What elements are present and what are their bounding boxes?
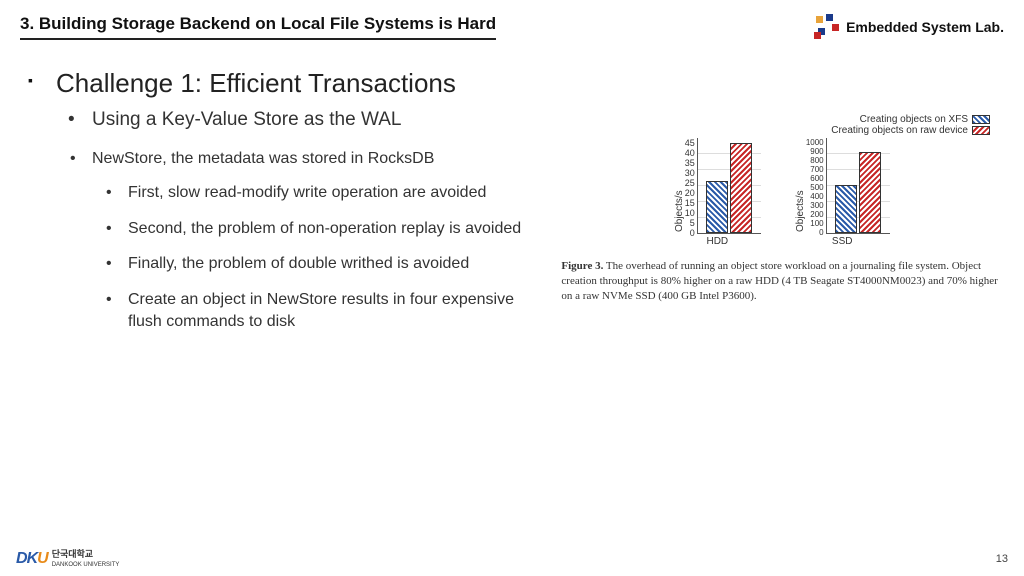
legend-swatch-xfs-icon <box>972 115 990 124</box>
university-name-en: DANKOOK UNIVERSITY <box>52 562 120 568</box>
section-title: 3. Building Storage Backend on Local Fil… <box>20 14 496 40</box>
bar-xfs <box>706 181 728 233</box>
bar-xfs <box>835 185 857 233</box>
plot-area <box>697 138 761 234</box>
challenge-heading: Challenge 1: Efficient Transactions <box>56 68 547 99</box>
caption-text: The overhead of running an object store … <box>561 260 997 302</box>
bullet-level-2: Finally, the problem of double writhed i… <box>128 253 547 275</box>
x-axis-label: HDD <box>706 236 728 247</box>
legend-label-xfs: Creating objects on XFS <box>860 114 968 125</box>
bullet-level-1: NewStore, the metadata was stored in Roc… <box>92 149 547 168</box>
chart-hdd: Objects/s 4540 3530 2520 1510 50 HDD <box>674 138 761 247</box>
legend-swatch-raw-icon <box>972 126 990 135</box>
lab-name: Embedded System Lab. <box>846 19 1004 35</box>
university-logo-icon: DKU <box>16 550 48 568</box>
bullet-level-2: First, slow read-modify write operation … <box>128 182 547 204</box>
university-branding: DKU 단국대학교 DANKOOK UNIVERSITY <box>16 550 119 568</box>
legend-label-raw: Creating objects on raw device <box>831 125 968 136</box>
university-name-ko: 단국대학교 <box>52 549 93 559</box>
y-axis-label: Objects/s <box>795 138 806 234</box>
figure-caption: Figure 3. The overhead of running an obj… <box>559 259 1004 304</box>
y-ticks: 1000900 800700 600500 400300 200100 0 <box>806 138 826 234</box>
lab-branding: Embedded System Lab. <box>814 14 1004 40</box>
x-axis-label: SSD <box>832 236 853 247</box>
chart-legend: Creating objects on XFS Creating objects… <box>559 114 990 136</box>
y-axis-label: Objects/s <box>674 138 685 234</box>
subheading: Using a Key-Value Store as the WAL <box>92 109 547 131</box>
lab-logo-icon <box>814 14 840 40</box>
y-ticks: 4540 3530 2520 1510 50 <box>685 138 697 234</box>
bullet-level-2: Second, the problem of non-operation rep… <box>128 218 547 240</box>
page-number: 13 <box>996 553 1008 565</box>
bullet-level-2: Create an object in NewStore results in … <box>128 289 547 332</box>
bar-raw <box>730 143 752 233</box>
bar-raw <box>859 152 881 233</box>
chart-ssd: Objects/s 1000900 800700 600500 400300 2… <box>795 138 890 247</box>
figure-panel: Creating objects on XFS Creating objects… <box>547 68 1004 346</box>
text-content: Challenge 1: Efficient Transactions Usin… <box>56 68 547 346</box>
caption-label: Figure 3. <box>561 260 603 272</box>
plot-area <box>826 138 890 234</box>
